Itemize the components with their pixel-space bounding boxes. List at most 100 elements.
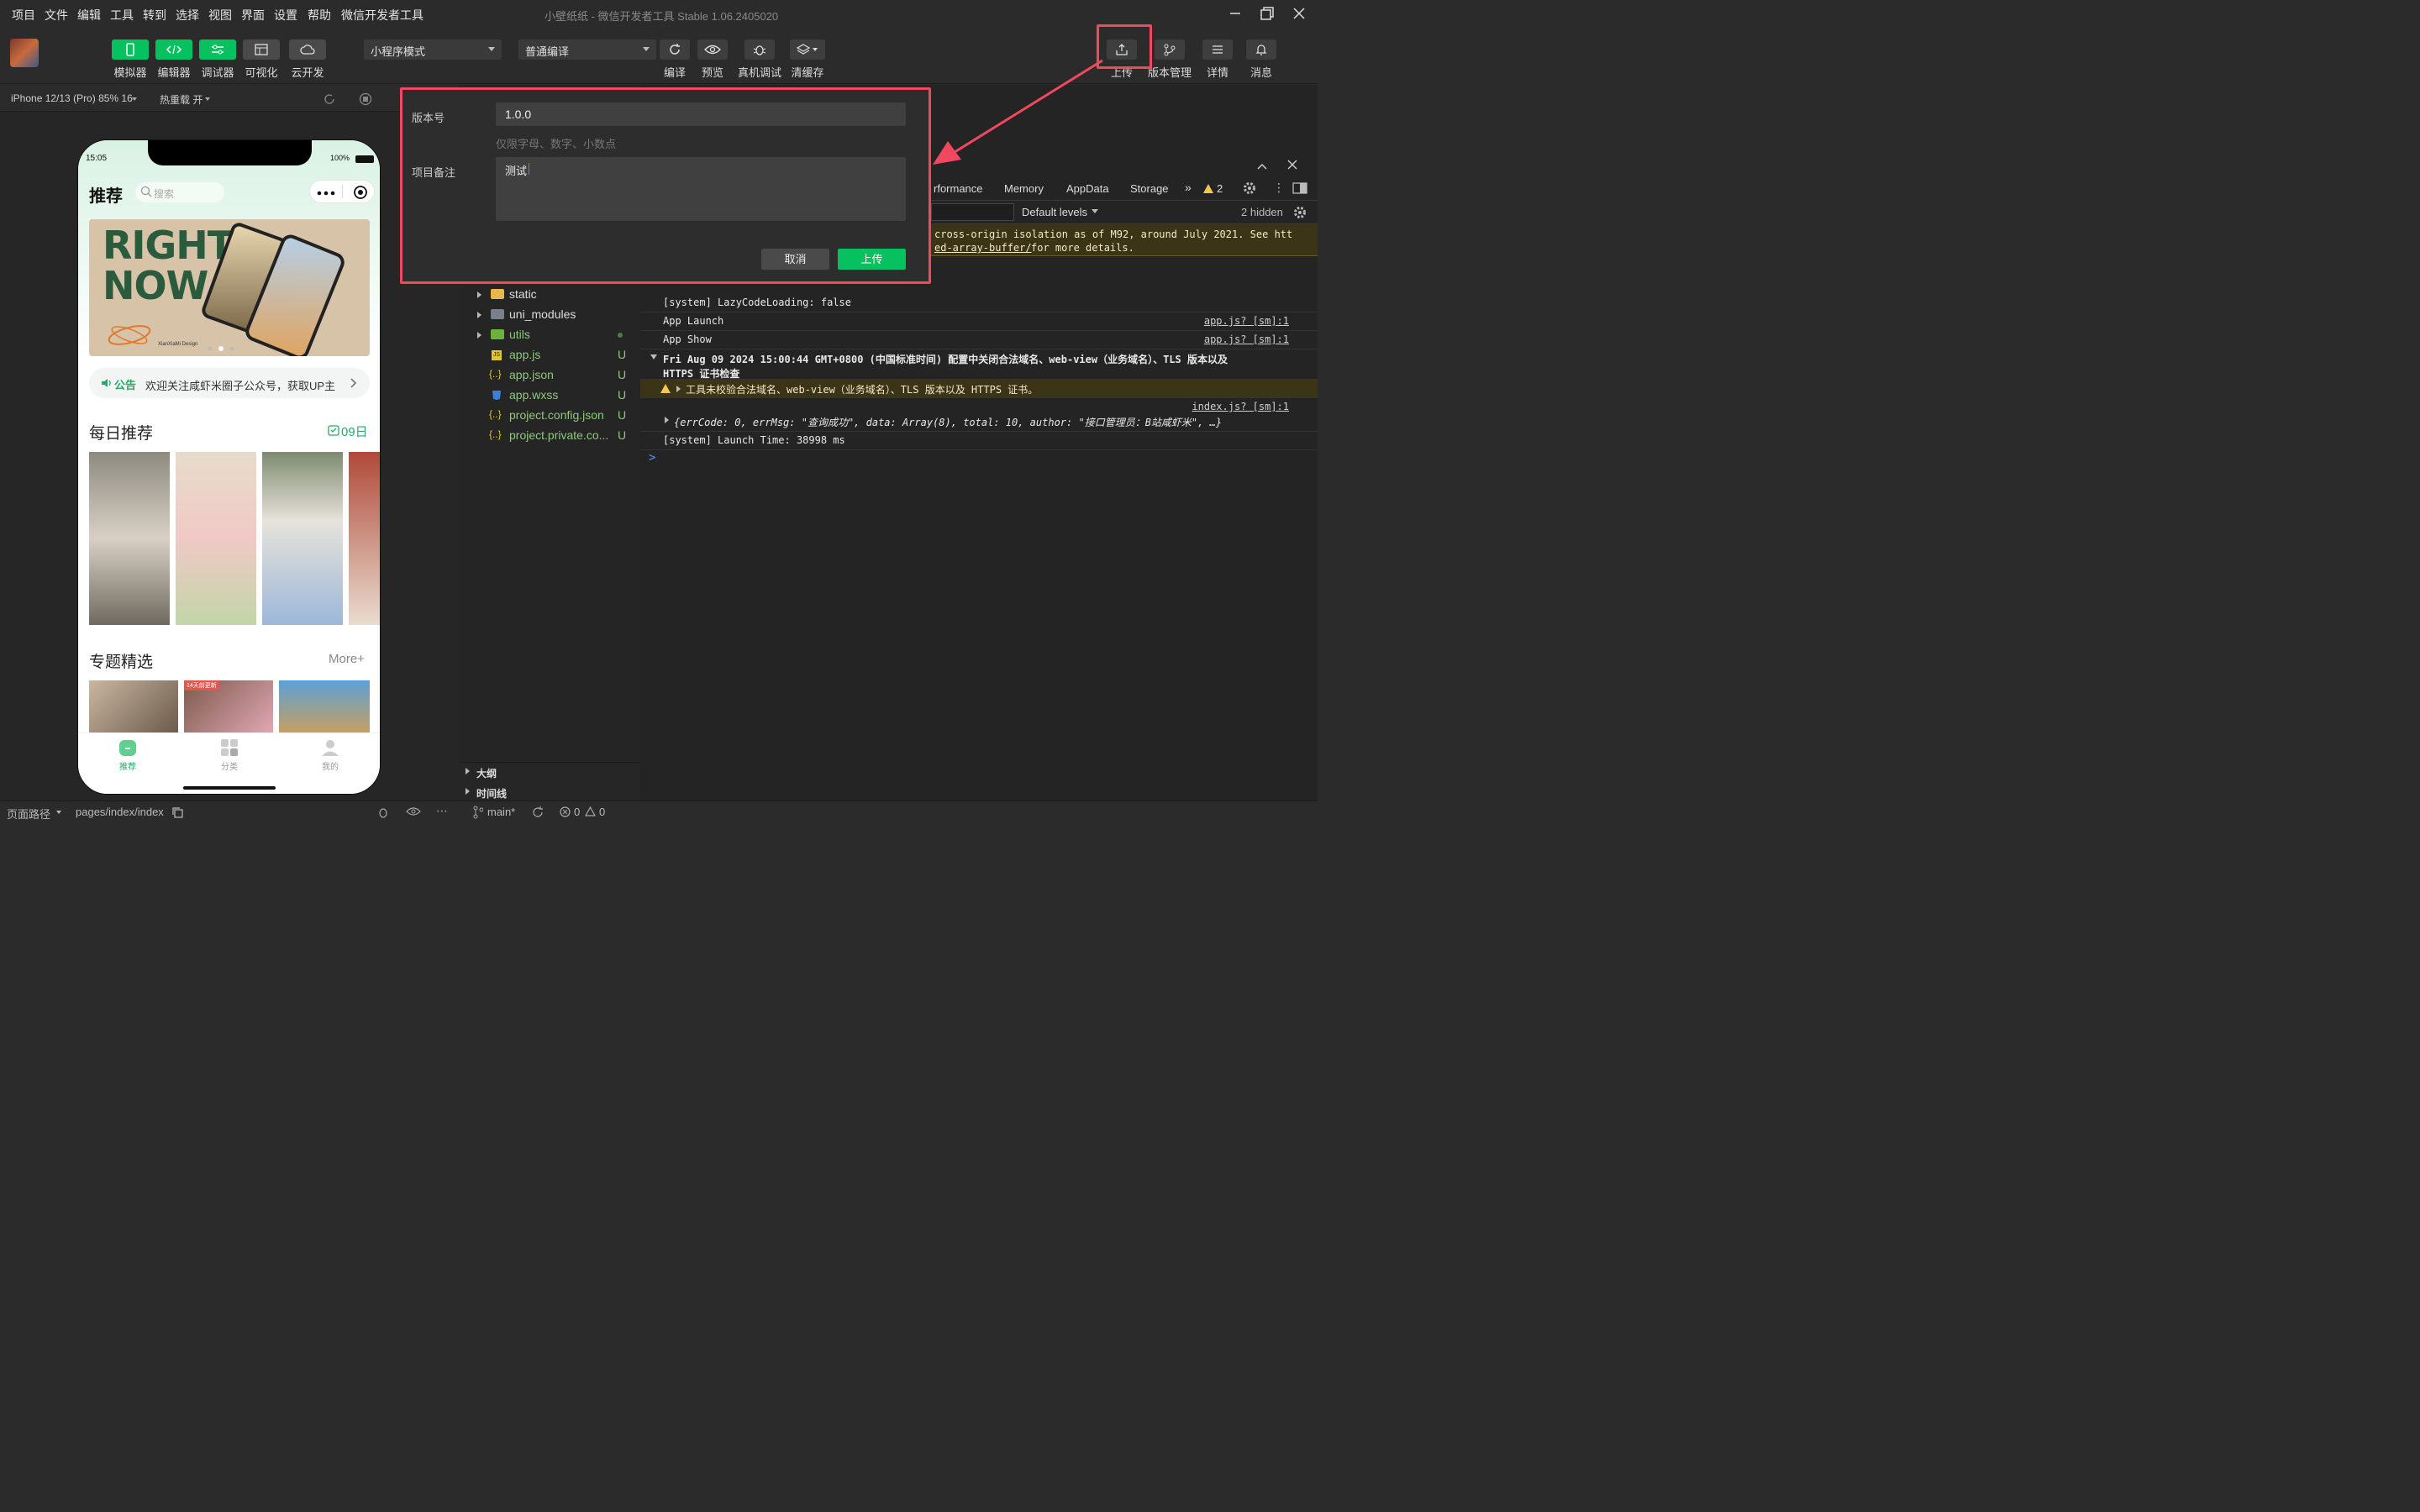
search-input[interactable]: 搜索 [135,182,224,202]
settings-gear-icon[interactable] [1243,181,1256,197]
preview-button[interactable] [697,39,728,60]
preview-label: 预览 [701,66,723,79]
menu-edit[interactable]: 编辑 [77,7,101,24]
console-prompt[interactable]: > [649,451,655,465]
source-link[interactable]: index.js? [sm]:1 [1192,401,1289,412]
more-dots-icon[interactable] [317,187,335,200]
close-icon[interactable] [1291,5,1307,22]
menu-project[interactable]: 项目 [12,7,35,24]
minimize-icon[interactable] [1227,5,1244,22]
warning-count[interactable]: 2 [1217,182,1223,195]
topic-image-2[interactable]: 14天前更新 [184,680,273,732]
version-manage-button[interactable] [1155,39,1185,60]
visual-button[interactable] [243,39,280,60]
daily-image-3[interactable] [262,452,343,625]
tree-item-utils[interactable]: utils [459,325,640,345]
topic-image-1[interactable] [89,680,178,732]
tree-item-project-private[interactable]: {..} project.private.co... U [459,426,640,446]
timeline-section[interactable]: 时间线 [476,786,507,801]
hot-reload-select[interactable]: 热重载 开 [160,92,203,107]
console-settings-icon[interactable] [1293,206,1307,222]
error-count[interactable]: 0 [574,806,580,818]
source-link[interactable]: app.js? [sm]:1 [1204,333,1289,345]
simulator-button[interactable] [112,39,149,60]
tree-item-app-json[interactable]: {..} app.json U [459,365,640,386]
tree-item-uni-modules[interactable]: uni_modules [459,305,640,325]
tab-performance[interactable]: rformance [934,182,983,195]
tree-item-app-wxss[interactable]: app.wxss U [459,386,640,406]
log-group-row[interactable]: Fri Aug 09 2024 15:00:44 GMT+0800 (中国标准时… [640,349,1318,380]
eye-icon[interactable] [406,806,421,819]
menu-interface[interactable]: 界面 [241,7,265,24]
outline-section[interactable]: 大纲 [476,766,497,780]
tab-memory[interactable]: Memory [1004,182,1044,195]
topic-more-link[interactable]: More+ [329,652,365,666]
cancel-button[interactable]: 取消 [761,249,829,270]
clear-cache-button[interactable] [790,39,825,60]
tab-recommend-label: 推荐 [119,763,136,772]
page-path-label[interactable]: 页面路径 [7,806,50,822]
daily-image-1[interactable] [89,452,170,625]
chevron-right-icon [466,788,470,795]
daily-image-4[interactable] [349,452,380,625]
messages-button[interactable] [1246,39,1276,60]
note-textarea[interactable]: 测试 [496,157,906,221]
levels-select[interactable]: Default levels [1022,206,1087,218]
tab-appdata[interactable]: AppData [1066,182,1109,195]
menu-file[interactable]: 文件 [45,7,68,24]
close-target-icon[interactable] [353,185,368,202]
restore-icon[interactable] [1259,5,1276,22]
tab-mine[interactable]: 我的 [305,738,355,772]
avatar[interactable] [10,39,39,67]
more-tabs-icon[interactable]: » [1185,181,1192,194]
banner-image[interactable]: RIGHT NOW XianXiaMi Design [89,219,370,356]
close-icon[interactable] [1286,159,1298,173]
log-object-row[interactable]: index.js? [sm]:1 {errCode: 0, errMsg: "查… [640,398,1318,432]
source-link[interactable]: app.js? [sm]:1 [1204,315,1289,327]
tab-recommend[interactable]: 推荐 [103,738,153,772]
upload-confirm-button[interactable]: 上传 [838,249,906,270]
menu-wechat-devtools[interactable]: 微信开发者工具 [341,7,424,24]
warning-count[interactable]: 0 [599,806,605,818]
rotate-icon[interactable] [323,92,336,108]
mode-select[interactable]: 小程序模式 [364,39,502,60]
tab-category[interactable]: 分类 [204,738,255,772]
version-input[interactable]: 1.0.0 [496,102,906,126]
dock-icon[interactable] [1292,182,1307,197]
copy-icon[interactable] [171,806,183,821]
topic-image-3[interactable] [279,680,370,732]
topic-update-badge: 14天前更新 [184,680,219,690]
sync-icon[interactable] [531,806,544,822]
tree-item-project-config[interactable]: {..} project.config.json U [459,406,640,426]
warning-log-row[interactable]: 工具未校验合法域名、web-view（业务域名）、TLS 版本以及 HTTPS … [640,380,1318,398]
git-branch[interactable]: main* [487,806,515,818]
tab-storage[interactable]: Storage [1130,182,1169,195]
menu-settings[interactable]: 设置 [274,7,297,24]
stop-icon[interactable] [359,92,372,108]
notice-bar[interactable]: 公告 欢迎关注咸虾米圈子公众号，获取UP主 [89,368,370,398]
compile-button[interactable] [660,39,690,60]
warning-banner-link[interactable]: ed-array-buffer/ [934,242,1032,254]
more-icon[interactable]: ⋯ [436,804,448,818]
menu-select[interactable]: 选择 [176,7,199,24]
menu-help[interactable]: 帮助 [308,7,331,24]
daily-image-2[interactable] [176,452,256,625]
kebab-menu-icon[interactable]: ⋮ [1273,181,1285,195]
debugger-button[interactable] [199,39,236,60]
cloud-dev-button[interactable] [289,39,326,60]
menu-goto[interactable]: 转到 [143,7,166,24]
tree-item-app-js[interactable]: JS app.js U [459,345,640,365]
compile-select[interactable]: 普通编译 [518,39,656,60]
filter-input[interactable] [931,203,1014,221]
bug-icon[interactable] [376,806,390,822]
tree-item-static[interactable]: static [459,285,640,305]
remote-debug-button[interactable] [744,39,775,60]
details-button[interactable] [1202,39,1233,60]
details-label: 详情 [1206,66,1228,79]
editor-button[interactable] [155,39,192,60]
chevron-up-icon[interactable] [1256,160,1268,173]
menu-view[interactable]: 视图 [208,7,232,24]
capsule-menu[interactable] [309,180,375,203]
device-select[interactable]: iPhone 12/13 (Pro) 85% 16 [11,92,133,104]
menu-tools[interactable]: 工具 [110,7,134,24]
